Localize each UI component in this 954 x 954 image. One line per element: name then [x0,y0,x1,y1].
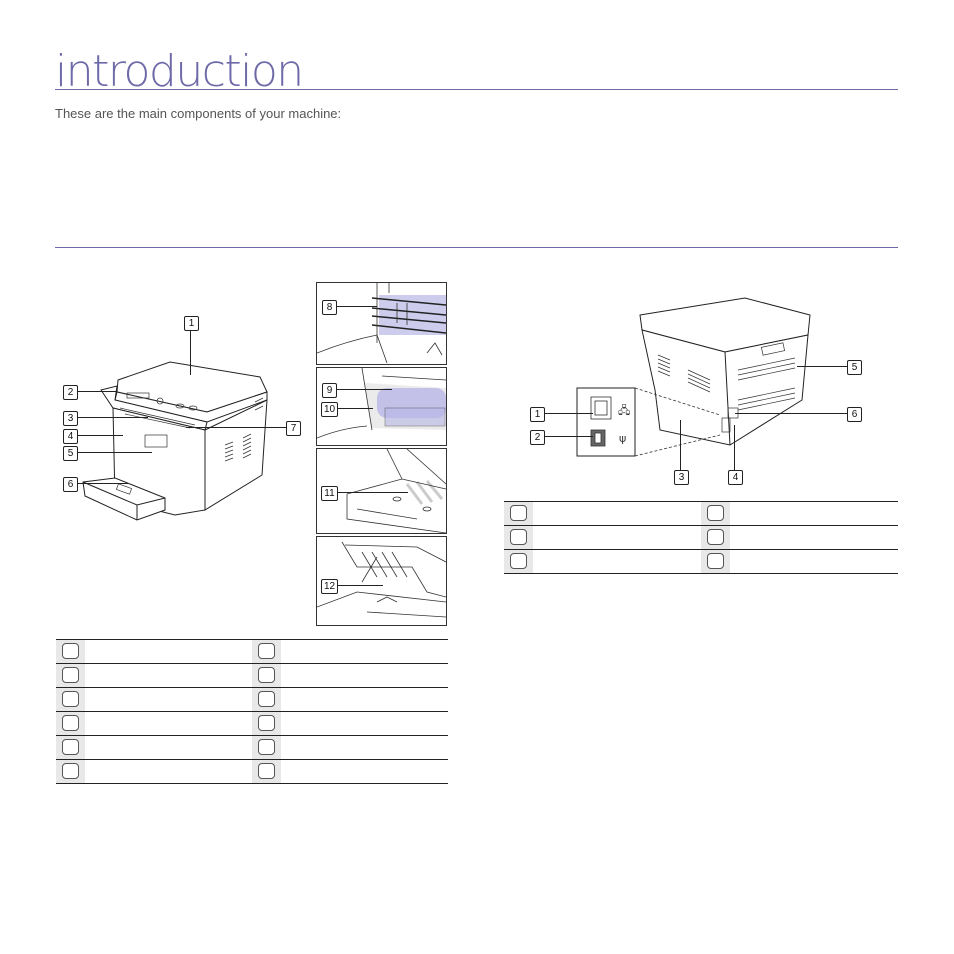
item-number-badge [62,715,79,732]
table-row [56,639,448,664]
title-rule [55,89,898,90]
leader-line [338,492,408,493]
item-label [85,663,252,688]
leader-line [190,330,191,375]
table-row [56,735,448,760]
callout-9: 9 [322,383,337,398]
item-number-badge [707,529,724,546]
callout-5: 5 [63,446,78,461]
rear-callout-4: 4 [728,470,743,485]
inset-scan-unit: 12 [316,536,447,626]
table-row [56,663,448,688]
item-label [281,735,448,760]
rear-components-table [504,501,898,574]
inset-toner-cartridges: 8 [316,282,447,365]
toner-cartridges-illustration [316,283,447,364]
item-label [85,711,252,736]
item-label [85,735,252,760]
network-icon: 🖧 [618,404,630,417]
callout-7: 7 [286,421,301,436]
item-number-badge [62,763,79,780]
table-row [56,687,448,712]
table-row [504,501,898,526]
item-number-badge [62,667,79,684]
callout-4: 4 [63,429,78,444]
front-view-illustration [82,361,268,521]
inset-transfer-belt: 9 10 [316,367,447,446]
leader-line [78,435,123,436]
leader-line [78,391,116,392]
usb-icon: ψ [619,432,626,445]
table-row [56,711,448,736]
section-rule [55,247,898,248]
item-number-badge [258,691,275,708]
leader-line [337,306,377,307]
callout-1: 1 [184,316,199,331]
callout-3: 3 [63,411,78,426]
rear-callout-6: 6 [847,407,862,422]
rear-callout-1: 1 [530,407,545,422]
item-number-badge [258,763,275,780]
item-number-badge [258,643,275,660]
item-label [533,549,701,574]
leader-line [338,408,373,409]
leader-line [734,425,735,470]
item-label [281,663,448,688]
item-label [730,525,898,550]
leader-line [337,389,392,390]
item-label [85,759,252,784]
item-label [533,501,701,526]
table-row [56,759,448,784]
item-label [281,639,448,664]
item-number-badge [707,553,724,570]
callout-12: 12 [321,579,338,594]
item-number-badge [510,529,527,546]
front-components-table [56,639,448,784]
leader-line [680,420,681,470]
leader-line [797,366,847,367]
callout-6: 6 [63,477,78,492]
item-number-badge [62,739,79,756]
item-number-badge [510,553,527,570]
item-number-badge [258,715,275,732]
item-number-badge [510,505,527,522]
leader-line [78,483,128,484]
callout-2: 2 [63,385,78,400]
rear-callout-3: 3 [674,470,689,485]
leader-line [545,436,593,437]
item-label [281,711,448,736]
item-label [730,549,898,574]
callout-8: 8 [322,300,337,315]
leader-line [545,413,593,414]
leader-line [78,452,152,453]
item-label [533,525,701,550]
item-number-badge [62,643,79,660]
inset-scanner-glass: 11 [316,448,447,534]
leader-line [186,427,286,428]
rear-callout-5: 5 [847,360,862,375]
leader-line [78,417,148,418]
intro-text: These are the main components of your ma… [55,106,342,121]
rear-callout-2: 2 [530,430,545,445]
item-label [85,639,252,664]
item-number-badge [707,505,724,522]
item-label [281,759,448,784]
table-row [504,525,898,550]
leader-line [338,585,383,586]
page-title: introduction [55,46,304,97]
table-row [504,549,898,574]
item-number-badge [258,739,275,756]
item-number-badge [62,691,79,708]
rear-view-illustration: 🖧 ψ [576,297,811,457]
leader-line [735,413,847,414]
callout-11: 11 [321,486,338,501]
item-label [730,501,898,526]
item-number-badge [258,667,275,684]
item-label [281,687,448,712]
item-label [85,687,252,712]
callout-10: 10 [321,402,338,417]
